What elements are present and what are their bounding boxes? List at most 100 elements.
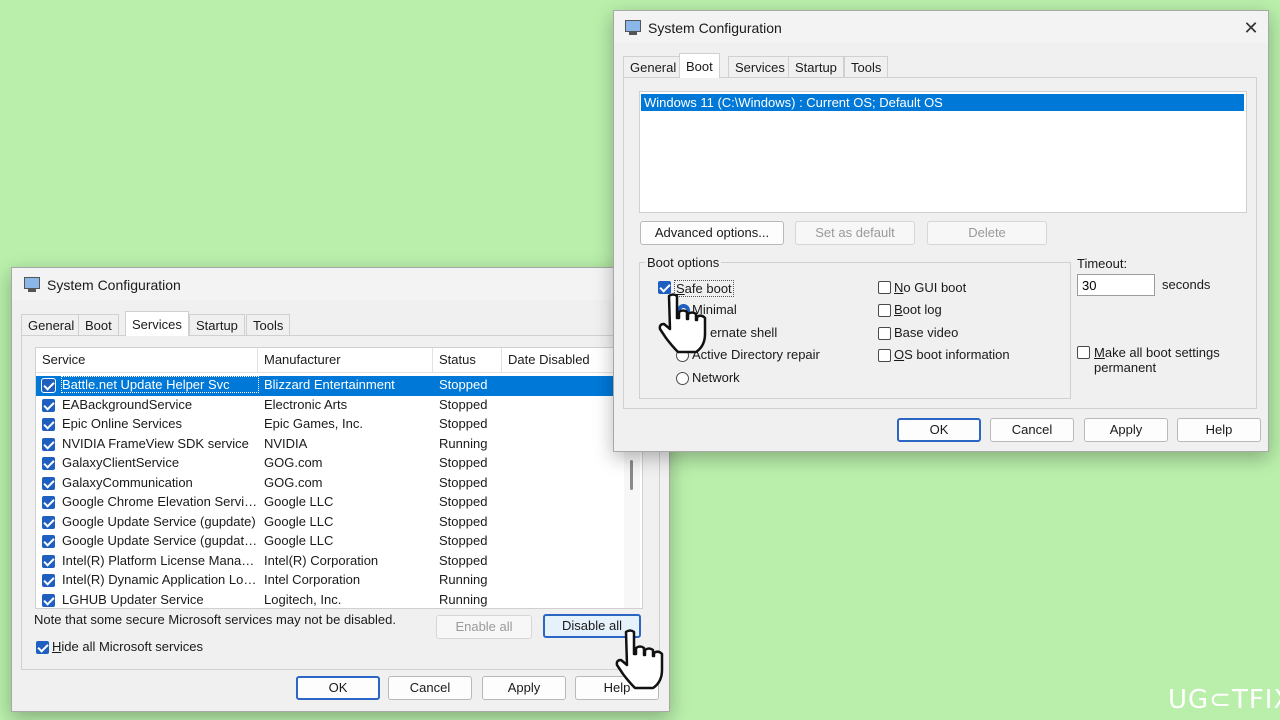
service-status-cell: Stopped bbox=[439, 377, 488, 392]
service-row[interactable]: EABackgroundService Electronic Arts Stoppe… bbox=[36, 396, 614, 416]
boot-log-checkbox[interactable] bbox=[878, 304, 891, 317]
timeout-input[interactable] bbox=[1077, 274, 1155, 296]
service-row[interactable]: NVIDIA FrameView SDK service NVIDIA Runnin… bbox=[36, 435, 614, 455]
tab-startup[interactable]: Startup bbox=[788, 56, 844, 78]
column-date-disabled[interactable]: Date Disabled bbox=[502, 348, 616, 372]
service-checkbox[interactable] bbox=[42, 593, 55, 607]
services-ok-button[interactable]: OK bbox=[296, 676, 380, 700]
services-rows: Battle.net Update Helper Svc Blizzard Ent… bbox=[36, 376, 616, 608]
service-manufacturer-cell: GOG.com bbox=[264, 455, 323, 470]
delete-button[interactable]: Delete bbox=[927, 221, 1047, 245]
hand-cursor-icon bbox=[615, 629, 664, 690]
service-row[interactable]: GalaxyCommunication GOG.com Stopped bbox=[36, 474, 614, 494]
os-boot-information-checkbox[interactable] bbox=[878, 349, 891, 362]
network-label[interactable]: Network bbox=[692, 370, 740, 385]
service-row[interactable]: Intel(R) Dynamic Application Loa... Intel… bbox=[36, 571, 614, 591]
service-row[interactable]: Google Update Service (gupdatem) Google L… bbox=[36, 532, 614, 552]
service-manufacturer-cell: GOG.com bbox=[264, 474, 323, 490]
service-manufacturer-cell: Blizzard Entertainment bbox=[264, 377, 395, 392]
service-name-cell: Google Update Service (gupdate) bbox=[62, 513, 256, 529]
column-service[interactable]: Service bbox=[36, 348, 258, 372]
service-checkbox[interactable] bbox=[42, 574, 55, 587]
tab-services[interactable]: Services bbox=[125, 311, 189, 336]
services-apply-button[interactable]: Apply bbox=[482, 676, 566, 700]
column-status[interactable]: Status bbox=[433, 348, 502, 372]
service-status-cell: Running bbox=[439, 572, 488, 587]
boot-help-button[interactable]: Help bbox=[1177, 418, 1261, 442]
service-checkbox[interactable] bbox=[42, 535, 55, 548]
service-checkbox[interactable] bbox=[42, 476, 55, 490]
service-checkbox[interactable] bbox=[42, 515, 55, 529]
boot-log-label[interactable]: Boot log bbox=[894, 302, 942, 317]
service-name-cell: Google Chrome Elevation Servic... bbox=[62, 494, 258, 509]
services-window: System Configuration General Boot Servic… bbox=[11, 267, 670, 712]
service-manufacturer-cell: Intel(R) Corporation bbox=[264, 552, 379, 568]
service-status-cell: Stopped bbox=[439, 552, 488, 568]
service-checkbox[interactable] bbox=[42, 554, 55, 568]
set-as-default-button[interactable]: Set as default bbox=[795, 221, 915, 245]
service-row[interactable]: Google Update Service (gupdate) Google LL… bbox=[36, 513, 614, 533]
service-checkbox[interactable] bbox=[42, 457, 55, 470]
active-directory-repair-label[interactable]: Active Directory repair bbox=[692, 347, 820, 362]
boot-ok-button[interactable]: OK bbox=[897, 418, 981, 442]
base-video-checkbox[interactable] bbox=[878, 327, 891, 340]
boot-cancel-button[interactable]: Cancel bbox=[990, 418, 1074, 442]
no-gui-boot-checkbox[interactable] bbox=[878, 281, 891, 294]
service-row[interactable]: Battle.net Update Helper Svc Blizzard Ent… bbox=[36, 376, 614, 396]
system-configuration-icon bbox=[625, 20, 641, 36]
service-status-cell: Stopped bbox=[439, 533, 488, 548]
watermark-logo: UG⊂TFIX bbox=[1168, 685, 1280, 715]
close-icon[interactable]: ✕ bbox=[1237, 14, 1265, 42]
service-checkbox[interactable] bbox=[42, 437, 55, 451]
os-boot-information-label[interactable]: OS boot information bbox=[894, 347, 1010, 362]
hide-microsoft-services-checkbox[interactable] bbox=[36, 641, 49, 654]
base-video-label[interactable]: Base video bbox=[894, 325, 958, 340]
tab-tools[interactable]: Tools bbox=[844, 56, 889, 78]
alternate-shell-label[interactable]: ernate shell bbox=[710, 325, 777, 340]
service-row[interactable]: GalaxyClientService GOG.com Stopped bbox=[36, 454, 614, 474]
services-window-title: System Configuration bbox=[47, 277, 181, 293]
boot-window-title: System Configuration bbox=[648, 20, 782, 36]
boot-apply-button[interactable]: Apply bbox=[1084, 418, 1168, 442]
service-row[interactable]: LGHUB Updater Service Logitech, Inc. Runni… bbox=[36, 591, 614, 609]
tab-services[interactable]: Services bbox=[728, 56, 792, 78]
services-cancel-button[interactable]: Cancel bbox=[388, 676, 472, 700]
make-permanent-label-line1[interactable]: Make all boot settings bbox=[1094, 345, 1220, 360]
column-manufacturer[interactable]: Manufacturer bbox=[258, 348, 433, 372]
service-manufacturer-cell: Google LLC bbox=[264, 513, 334, 529]
service-row[interactable]: Google Chrome Elevation Servic... Google … bbox=[36, 493, 614, 513]
tab-boot[interactable]: Boot bbox=[679, 53, 720, 78]
os-list-item[interactable]: Windows 11 (C:\Windows) : Current OS; De… bbox=[641, 94, 1244, 111]
network-radio[interactable] bbox=[676, 372, 689, 385]
os-entry-label: Windows 11 (C:\Windows) : Current OS; De… bbox=[644, 95, 943, 110]
services-scroll-thumb[interactable] bbox=[630, 460, 633, 490]
tab-tools[interactable]: Tools bbox=[246, 314, 291, 336]
service-status-cell: Stopped bbox=[439, 396, 488, 412]
hand-cursor-icon bbox=[658, 293, 707, 354]
make-permanent-label-line2[interactable]: permanent bbox=[1094, 360, 1156, 375]
service-manufacturer-cell: Electronic Arts bbox=[264, 396, 348, 412]
tab-general[interactable]: General bbox=[623, 56, 684, 78]
service-checkbox[interactable] bbox=[42, 496, 55, 509]
service-row[interactable]: Intel(R) Platform License Manag... Intel(… bbox=[36, 552, 614, 572]
service-manufacturer-cell: NVIDIA bbox=[264, 435, 308, 451]
service-checkbox[interactable] bbox=[41, 378, 56, 393]
service-checkbox[interactable] bbox=[42, 418, 55, 431]
tab-boot[interactable]: Boot bbox=[78, 314, 119, 336]
service-checkbox[interactable] bbox=[42, 398, 55, 412]
service-status-cell: Running bbox=[439, 435, 488, 451]
services-list-header: Service Manufacturer Status Date Disable… bbox=[36, 348, 616, 373]
service-name-cell: GalaxyClientService bbox=[62, 455, 180, 470]
hide-microsoft-services-label[interactable]: Hide all Microsoft services bbox=[52, 639, 203, 654]
tab-startup[interactable]: Startup bbox=[189, 314, 245, 336]
service-row[interactable]: Epic Online Services Epic Games, Inc. Stop… bbox=[36, 415, 614, 435]
make-permanent-checkbox[interactable] bbox=[1077, 346, 1090, 359]
service-manufacturer-cell: Google LLC bbox=[264, 494, 334, 509]
advanced-options-button[interactable]: Advanced options... bbox=[640, 221, 784, 245]
service-name-cell: LGHUB Updater Service bbox=[62, 591, 204, 607]
boot-title-bar[interactable]: System Configuration ✕ bbox=[614, 11, 1268, 43]
enable-all-button[interactable]: Enable all bbox=[436, 615, 532, 639]
tab-general[interactable]: General bbox=[21, 314, 82, 336]
services-title-bar[interactable]: System Configuration bbox=[12, 268, 669, 300]
no-gui-boot-label[interactable]: No GUI boot bbox=[894, 280, 966, 295]
